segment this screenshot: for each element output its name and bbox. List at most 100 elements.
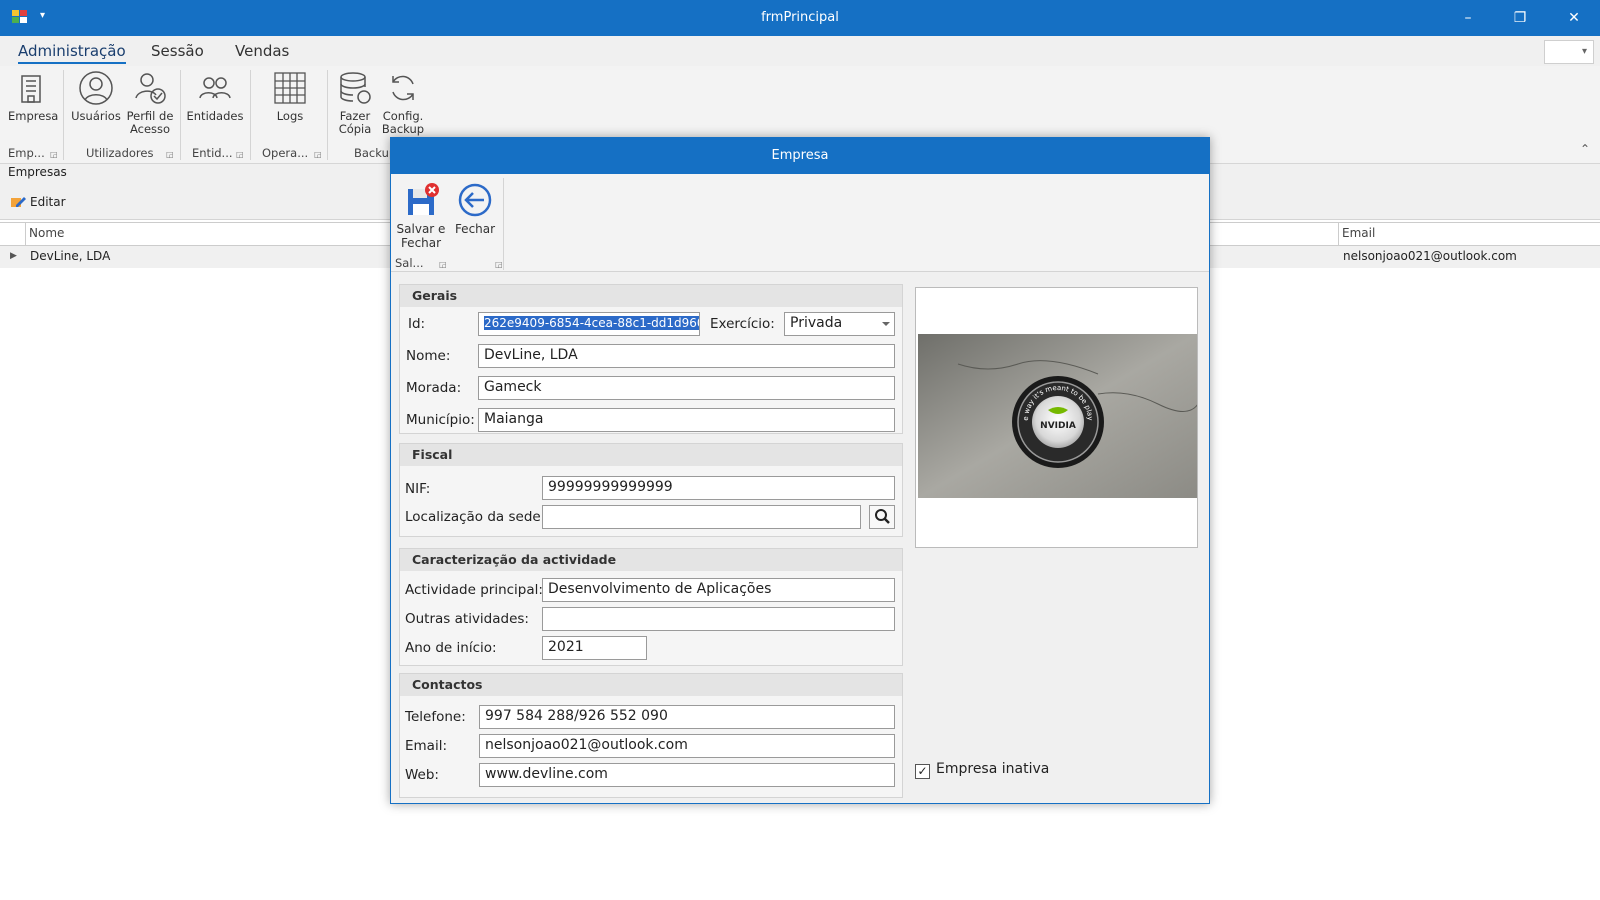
localizacao-label: Localização da sede:: [405, 509, 546, 525]
fechar-label: Fechar: [454, 222, 496, 236]
usuarios-button[interactable]: Usuários: [70, 70, 122, 123]
empresa-dialog: Empresa Salvar e Fechar Fechar Sal... ◲ …: [390, 137, 1210, 804]
group-utilizadores-label: Utilizadores: [86, 146, 154, 160]
morada-field[interactable]: Gameck: [478, 376, 895, 400]
chevron-down-icon[interactable]: [882, 322, 890, 326]
exercicio-select[interactable]: Privada: [784, 312, 895, 336]
web-label: Web:: [405, 767, 439, 783]
group-launcher-icon[interactable]: ◲: [166, 150, 174, 159]
edit-label: Editar: [30, 195, 66, 209]
ribbon-separator: [250, 70, 251, 160]
empresa-inativa-checkbox[interactable]: ✓ Empresa inativa: [915, 761, 1049, 779]
restore-button[interactable]: ❐: [1500, 6, 1540, 30]
outras-atividades-field[interactable]: [542, 607, 895, 631]
logs-label: Logs: [276, 109, 304, 123]
ano-inicio-label: Ano de início:: [405, 640, 497, 656]
outras-atividades-label: Outras atividades:: [405, 611, 529, 627]
fechar-button[interactable]: Fechar: [453, 182, 497, 236]
users-group-icon: [199, 77, 231, 99]
ribbon-separator: [180, 70, 181, 160]
nif-label: NIF:: [405, 481, 431, 497]
group-operacoes-label: Opera...: [262, 146, 309, 160]
dialog-ribbon-separator: [503, 178, 504, 270]
window-title: frmPrincipal: [761, 10, 839, 25]
group-launcher-icon[interactable]: ◲: [495, 260, 503, 269]
dialog-title: Empresa: [391, 138, 1209, 174]
search-button[interactable]: [869, 505, 895, 529]
empresa-label: Empresa: [8, 109, 59, 123]
row-email[interactable]: nelsonjoao021@outlook.com: [1343, 249, 1517, 263]
ribbon-separator: [327, 70, 328, 160]
logs-button[interactable]: Logs: [268, 70, 312, 123]
logo-picture-box[interactable]: NVIDIA The way it's meant to be played: [915, 287, 1198, 548]
checkbox-checked-icon[interactable]: ✓: [915, 764, 930, 779]
group-launcher-icon[interactable]: ◲: [50, 150, 58, 159]
perfil-acesso-button[interactable]: Perfil de Acesso: [124, 70, 176, 136]
column-header-email[interactable]: Email: [1342, 226, 1375, 240]
nif-field[interactable]: 99999999999999: [542, 476, 895, 500]
salvar-fechar-button[interactable]: Salvar e Fechar: [395, 182, 447, 250]
ribbon-separator: [63, 70, 64, 160]
ribbon-tabs: Administração Sessão Vendas ▾: [0, 36, 1600, 66]
close-button[interactable]: ✕: [1554, 6, 1594, 30]
telefone-field[interactable]: 997 584 288/926 552 090: [479, 705, 895, 729]
contactos-panel: Contactos Telefone: 997 584 288/926 552 …: [399, 673, 903, 798]
edit-button[interactable]: Editar: [10, 195, 66, 209]
row-nome[interactable]: DevLine, LDA: [30, 249, 110, 263]
group-launcher-icon[interactable]: ◲: [314, 150, 322, 159]
tab-administracao[interactable]: Administração: [18, 42, 126, 64]
refresh-icon: [392, 75, 414, 101]
company-logo-image: NVIDIA The way it's meant to be played: [918, 334, 1197, 498]
table-icon: [274, 72, 306, 104]
tab-vendas[interactable]: Vendas: [235, 42, 289, 60]
fiscal-panel: Fiscal NIF: 99999999999999 Localização d…: [399, 443, 903, 537]
actividade-panel: Caracterização da actividade Actividade …: [399, 548, 903, 666]
entidades-label: Entidades: [186, 109, 244, 123]
group-entidades-label: Entid...: [192, 146, 233, 160]
municipio-field[interactable]: Maianga: [478, 408, 895, 432]
fazer-label-2: Cópia: [338, 122, 372, 136]
actividade-principal-field[interactable]: Desenvolvimento de Aplicações: [542, 578, 895, 602]
gerais-panel: Gerais Id: 262e9409-6854-4cea-88c1-dd1d9…: [399, 284, 903, 434]
web-field[interactable]: www.devline.com: [479, 763, 895, 787]
nome-label: Nome:: [406, 348, 451, 364]
id-field[interactable]: 262e9409-6854-4cea-88c1-dd1d9600bd: [478, 312, 700, 336]
empresa-button[interactable]: Empresa: [8, 70, 58, 123]
actividade-principal-label: Actividade principal:: [405, 582, 543, 598]
tab-sessao[interactable]: Sessão: [151, 42, 204, 60]
search-icon: [875, 509, 890, 524]
salvar-label-1: Salvar e: [396, 222, 446, 236]
dialog-ribbon: Salvar e Fechar Fechar Sal... ◲ ◲: [391, 174, 1209, 272]
salvar-label-2: Fechar: [400, 236, 442, 250]
group-launcher-icon[interactable]: ◲: [236, 150, 244, 159]
localizacao-field[interactable]: [542, 505, 861, 529]
minimize-button[interactable]: –: [1448, 6, 1488, 30]
exercicio-label: Exercício:: [710, 316, 775, 332]
row-indicator-icon: ▶: [10, 251, 17, 261]
actividade-header: Caracterização da actividade: [400, 549, 902, 571]
fazer-copia-button[interactable]: Fazer Cópia: [334, 70, 376, 136]
exercicio-value: Privada: [790, 315, 843, 331]
ribbon-collapse-icon[interactable]: ⌃: [1580, 142, 1590, 156]
skin-selector[interactable]: ▾: [1544, 40, 1594, 64]
logo-brand-text: NVIDIA: [1040, 421, 1076, 431]
fiscal-header: Fiscal: [400, 444, 902, 466]
config-backup-button[interactable]: Config. Backup: [380, 70, 426, 136]
empresa-inativa-label: Empresa inativa: [936, 761, 1050, 777]
municipio-label: Município:: [406, 412, 475, 428]
group-empresa-label: Emp...: [8, 146, 45, 160]
back-arrow-icon: [458, 183, 492, 217]
email-field[interactable]: nelsonjoao021@outlook.com: [479, 734, 895, 758]
id-label: Id:: [408, 316, 426, 332]
column-header-nome[interactable]: Nome: [29, 226, 64, 240]
user-icon: [79, 71, 113, 105]
config-label-1: Config.: [382, 109, 424, 123]
ano-inicio-field[interactable]: 2021: [542, 636, 647, 660]
title-bar: ▾ frmPrincipal – ❐ ✕: [0, 0, 1600, 36]
edit-icon: [11, 197, 26, 207]
nome-field[interactable]: DevLine, LDA: [478, 344, 895, 368]
group-launcher-icon[interactable]: ◲: [439, 260, 447, 269]
dialog-group-label: Sal...: [395, 256, 424, 270]
morada-label: Morada:: [406, 380, 462, 396]
entidades-button[interactable]: Entidades: [186, 70, 244, 123]
